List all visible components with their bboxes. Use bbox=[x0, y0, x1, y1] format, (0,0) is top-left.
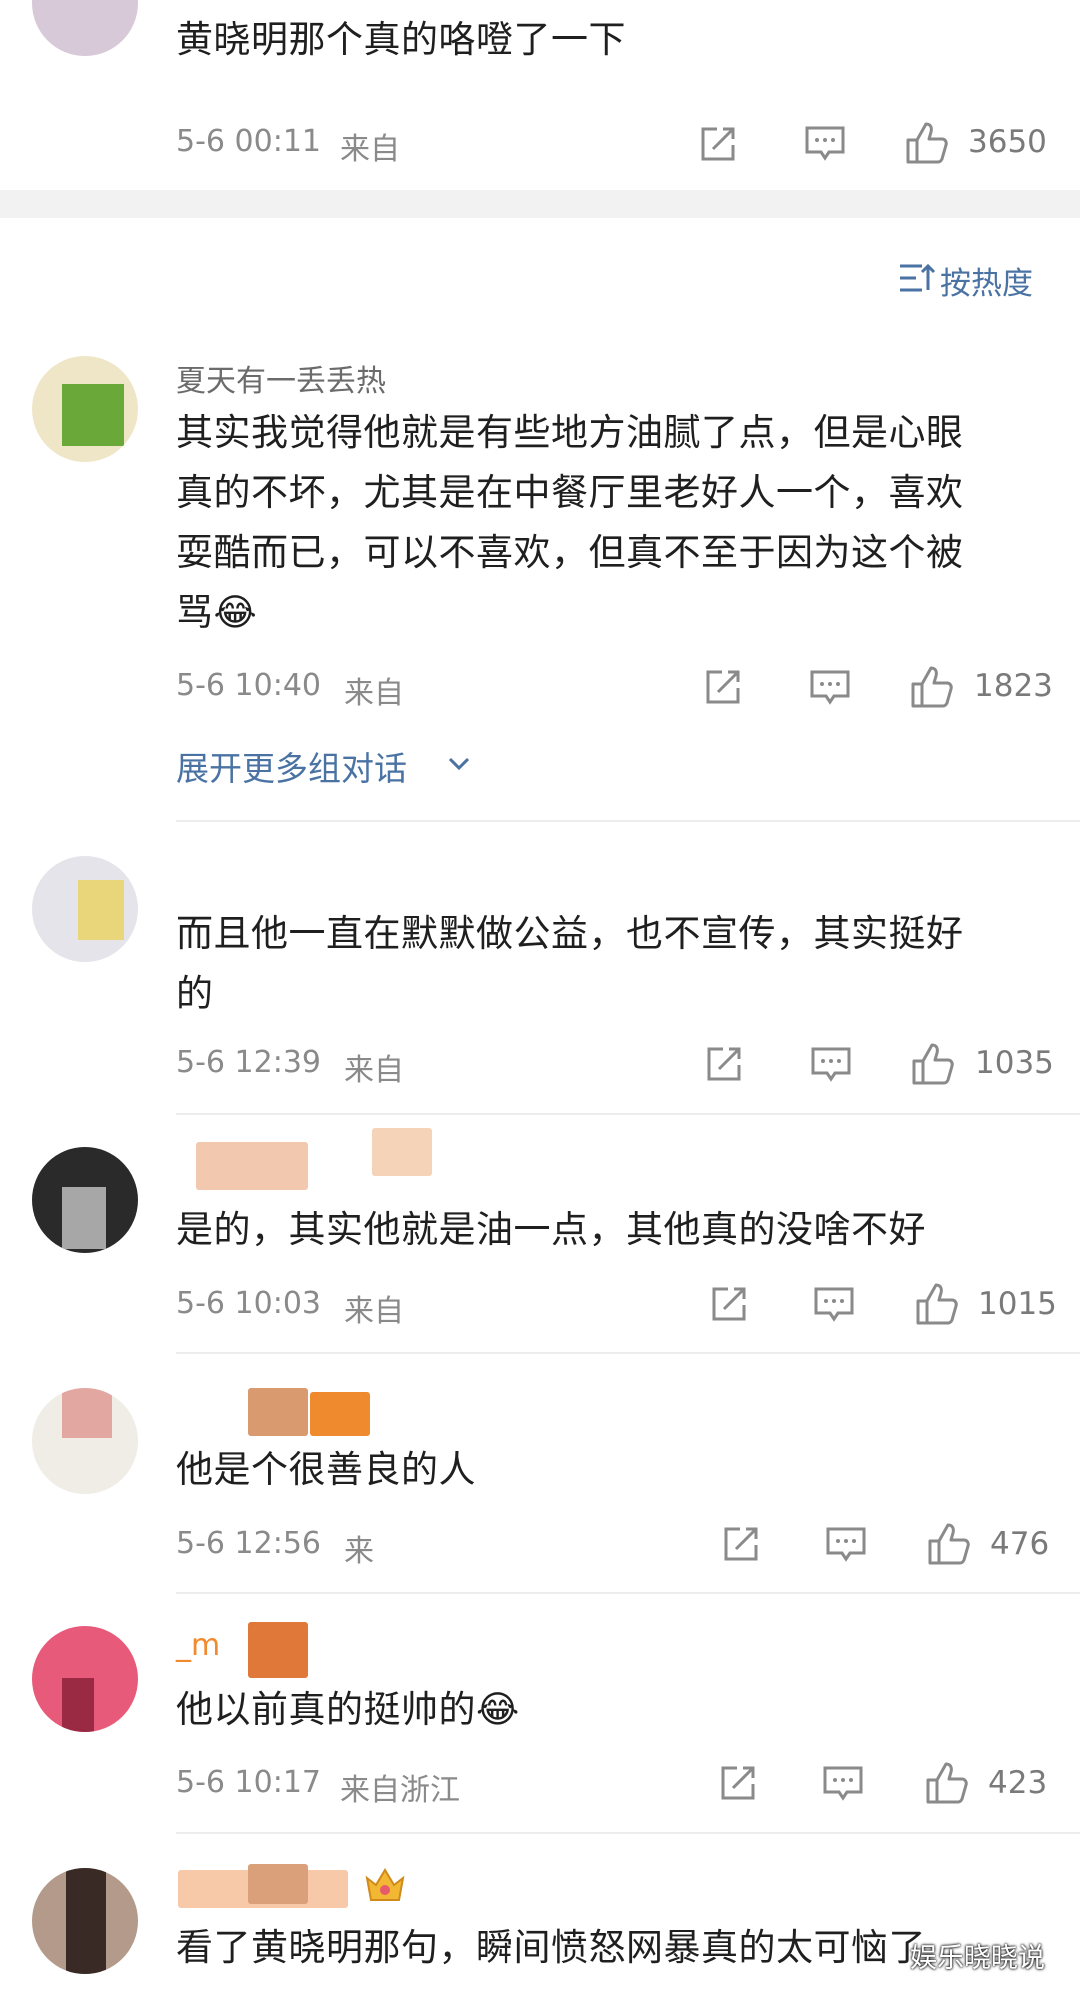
like-count: 3650 bbox=[968, 124, 1047, 160]
comment-icon[interactable] bbox=[821, 1764, 865, 1804]
username[interactable]: 夏天有一丢丢热 bbox=[176, 356, 386, 400]
comment-line: 真的不坏，尤其是在中餐厅里老好人一个，喜欢 bbox=[176, 471, 964, 514]
crown-icon bbox=[364, 1866, 406, 1904]
comment-line: 的 bbox=[176, 972, 214, 1015]
sort-button[interactable]: 按热度 bbox=[940, 258, 1033, 303]
comment-line: 他以前真的挺帅的😂 bbox=[176, 1688, 520, 1731]
comment-line: 他是个很善良的人 bbox=[176, 1448, 476, 1491]
comment-line: 耍酷而已，可以不喜欢，但真不至于因为这个被 bbox=[176, 531, 964, 574]
comment-time: 5-6 00:11 bbox=[176, 124, 321, 159]
like-count: 423 bbox=[988, 1765, 1048, 1801]
avatar[interactable] bbox=[32, 1388, 138, 1494]
comment-icon[interactable] bbox=[803, 124, 847, 164]
avatar[interactable] bbox=[32, 0, 138, 56]
avatar[interactable] bbox=[32, 856, 138, 962]
comment-time: 5-6 10:17 bbox=[176, 1765, 321, 1800]
comment-line: 是的，其实他就是油一点，其他真的没啥不好 bbox=[176, 1208, 926, 1251]
like-icon[interactable] bbox=[924, 1760, 970, 1806]
share-icon[interactable] bbox=[702, 666, 744, 708]
username-redacted bbox=[196, 1142, 308, 1190]
comment-icon[interactable] bbox=[812, 1285, 856, 1325]
like-icon[interactable] bbox=[910, 1041, 956, 1087]
divider bbox=[176, 1113, 1080, 1115]
comment-icon[interactable] bbox=[824, 1525, 868, 1565]
avatar[interactable] bbox=[32, 1147, 138, 1253]
username[interactable]: _m bbox=[176, 1628, 220, 1663]
comment-icon[interactable] bbox=[808, 668, 852, 708]
badge-redacted bbox=[310, 1392, 370, 1436]
avatar[interactable] bbox=[32, 1626, 138, 1732]
like-icon[interactable] bbox=[909, 664, 955, 710]
share-icon[interactable] bbox=[720, 1523, 762, 1565]
comment-text: 黄晓明那个真的咯噔了一下 bbox=[176, 18, 626, 61]
comment-source: 来自 bbox=[344, 1053, 404, 1088]
like-count: 1015 bbox=[978, 1286, 1057, 1322]
comment-time: 5-6 12:56 bbox=[176, 1526, 321, 1561]
comment-line: 其实我觉得他就是有些地方油腻了点，但是心眼 bbox=[176, 411, 964, 454]
like-count: 1035 bbox=[975, 1045, 1054, 1081]
comment-source: 来自 bbox=[344, 1294, 404, 1329]
divider bbox=[176, 1592, 1080, 1594]
comment-source: 来 bbox=[344, 1534, 374, 1569]
sort-icon[interactable] bbox=[898, 262, 936, 294]
watermark: 娱乐晓晓说 bbox=[910, 1943, 1045, 1974]
comment-line: 看了黄晓明那句，瞬间愤怒网暴真的太可恼了 bbox=[176, 1926, 926, 1969]
comment-source: 来自 bbox=[344, 676, 404, 711]
comment-time: 5-6 10:40 bbox=[176, 668, 321, 703]
divider bbox=[176, 1832, 1080, 1834]
comment-time: 5-6 10:03 bbox=[176, 1286, 321, 1321]
comment-line: 骂😂 bbox=[176, 591, 258, 634]
divider bbox=[176, 820, 1080, 822]
like-count: 1823 bbox=[974, 668, 1053, 704]
comment-line: 而且他一直在默默做公益，也不宣传，其实挺好 bbox=[176, 912, 964, 955]
like-icon[interactable] bbox=[914, 1281, 960, 1327]
username-redacted bbox=[248, 1388, 308, 1436]
share-icon[interactable] bbox=[697, 123, 739, 165]
comment-icon[interactable] bbox=[809, 1045, 853, 1085]
section-separator bbox=[0, 190, 1080, 218]
expand-conversation-link[interactable]: 展开更多组对话 bbox=[176, 742, 407, 790]
badge-redacted bbox=[248, 1864, 308, 1904]
like-icon[interactable] bbox=[926, 1521, 972, 1567]
share-icon[interactable] bbox=[703, 1043, 745, 1085]
share-icon[interactable] bbox=[708, 1283, 750, 1325]
like-icon[interactable] bbox=[904, 120, 950, 166]
avatar[interactable] bbox=[32, 1868, 138, 1974]
comment-source: 来自浙江 bbox=[340, 1773, 460, 1808]
badge-redacted bbox=[372, 1128, 432, 1176]
username-redacted bbox=[248, 1622, 308, 1678]
chevron-down-icon[interactable] bbox=[448, 756, 470, 772]
share-icon[interactable] bbox=[717, 1762, 759, 1804]
like-count: 476 bbox=[990, 1526, 1050, 1562]
comment-source: 来自 bbox=[340, 132, 400, 167]
comment-time: 5-6 12:39 bbox=[176, 1045, 321, 1080]
divider bbox=[176, 1352, 1080, 1354]
avatar[interactable] bbox=[32, 356, 138, 462]
